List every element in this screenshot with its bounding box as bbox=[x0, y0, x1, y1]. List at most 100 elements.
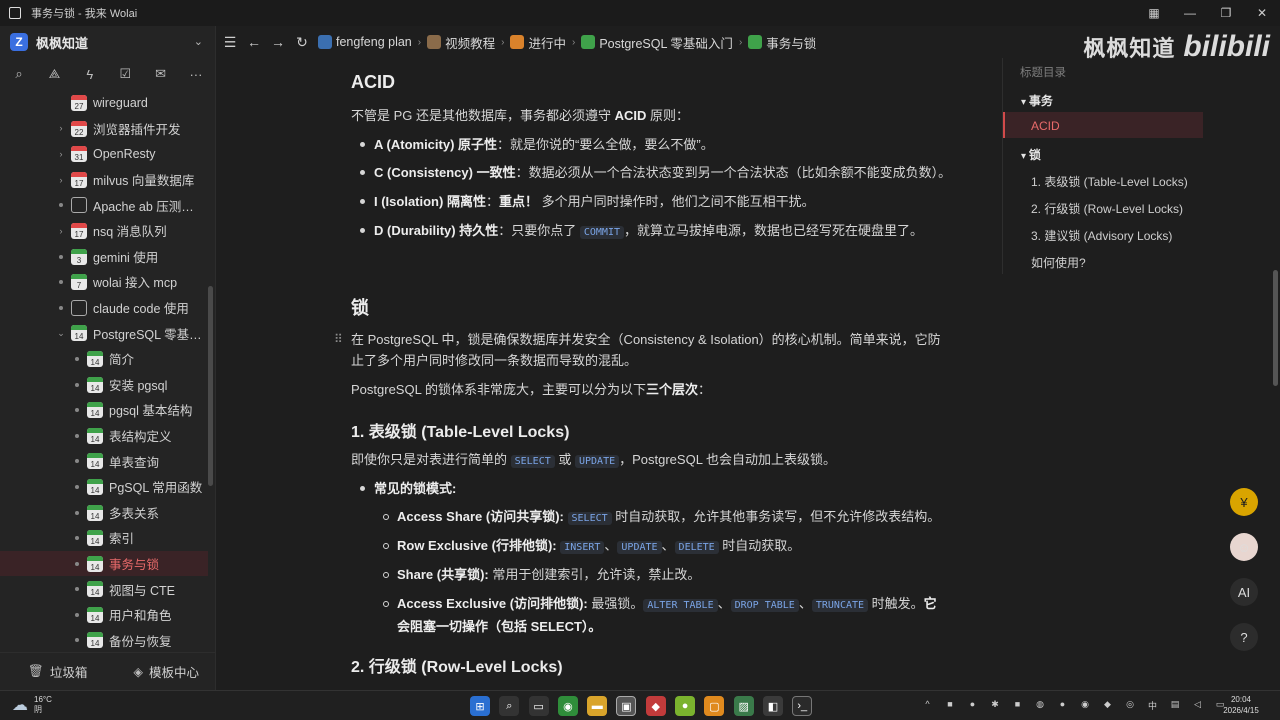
back-arrow-icon[interactable]: ← bbox=[244, 34, 264, 50]
coin-icon[interactable]: ¥ bbox=[1230, 488, 1258, 516]
graph-icon[interactable]: ⟁ bbox=[45, 66, 63, 82]
templates-button[interactable]: ◈ 模板中心 bbox=[133, 662, 199, 681]
app-orange-icon[interactable]: ▢ bbox=[704, 696, 725, 716]
breadcrumb-item[interactable]: 视频教程 › bbox=[427, 33, 510, 52]
table-of-contents: 标题目录 ▾ 事务 ACID ▾ 锁 1. 表级锁 (Table-Level Lock… bbox=[1002, 58, 1203, 274]
menu-icon[interactable]: ☰ bbox=[220, 34, 240, 51]
sidebar-item[interactable]: 14 备份与恢复 bbox=[0, 627, 208, 650]
app-image-icon[interactable]: ▨ bbox=[733, 696, 754, 716]
breadcrumb-item[interactable]: fengfeng plan › bbox=[318, 35, 427, 49]
chevron-down-icon[interactable]: ⌄ bbox=[194, 35, 203, 48]
sidebar-item[interactable]: › 31 OpenResty bbox=[0, 141, 208, 167]
sidebar-item[interactable]: Apache ab 压测工具... bbox=[0, 192, 208, 218]
sidebar-item[interactable]: › 22 浏览器插件开发 bbox=[0, 116, 208, 142]
toc-item[interactable]: 1. 表级锁 (Table-Level Locks) bbox=[1031, 173, 1188, 190]
wechat-icon[interactable]: ◍ bbox=[1035, 699, 1046, 712]
trash-button[interactable]: 🗑 垃圾箱 bbox=[28, 662, 87, 681]
tray-app-icon-6[interactable]: ◉ bbox=[1080, 699, 1091, 712]
volume-icon[interactable]: ◁ bbox=[1192, 699, 1203, 712]
toc-item[interactable]: 如何使用? bbox=[1031, 254, 1086, 271]
network-icon[interactable]: ▤ bbox=[1170, 699, 1181, 712]
caret-down-icon[interactable]: ▾ bbox=[1021, 151, 1029, 162]
terminal-icon[interactable]: ›_ bbox=[792, 696, 813, 716]
check-box-icon[interactable]: ☑ bbox=[116, 66, 134, 82]
ai-assistant-icon[interactable]: AI bbox=[1230, 578, 1258, 606]
tray-app-icon-3[interactable]: ✱ bbox=[990, 699, 1001, 712]
sidebar-item[interactable]: claude code 使用 bbox=[0, 295, 208, 321]
start-windows-icon[interactable]: ⊞ bbox=[470, 696, 490, 716]
sidebar-item[interactable]: 3 gemini 使用 bbox=[0, 244, 208, 270]
maximize-button[interactable]: ❐ bbox=[1208, 0, 1244, 26]
sidebar-item[interactable]: 14 视图与 CTE bbox=[0, 576, 208, 602]
forward-arrow-icon[interactable]: → bbox=[268, 34, 288, 50]
sidebar-scrollbar[interactable] bbox=[208, 286, 213, 486]
toc-item[interactable]: ▾ 事务 bbox=[1021, 92, 1053, 109]
app-green-icon[interactable]: ● bbox=[675, 696, 696, 716]
chevron-down-icon[interactable]: ⌄ bbox=[56, 328, 66, 339]
caret-down-icon[interactable]: ▾ bbox=[1021, 97, 1029, 108]
layout-icon[interactable]: ▦ bbox=[1136, 0, 1172, 26]
more-icon[interactable]: ··· bbox=[187, 67, 205, 82]
sidebar-item[interactable]: 14 安装 pgsql bbox=[0, 372, 208, 398]
breadcrumb-item[interactable]: PostgreSQL 零基础入门 › bbox=[581, 33, 748, 52]
sidebar-item[interactable]: 14 表结构定义 bbox=[0, 423, 208, 449]
app-ide-icon[interactable]: ◧ bbox=[762, 696, 783, 716]
tray-app-icon-4[interactable]: ■ bbox=[1012, 699, 1023, 712]
sidebar-item-label: OpenResty bbox=[93, 146, 156, 161]
sidebar-item[interactable]: ⌄ 14 PostgreSQL 零基础入... bbox=[0, 320, 208, 346]
toc-item[interactable]: ▾ 锁 bbox=[1021, 146, 1041, 163]
sidebar-item[interactable]: 14 单表查询 bbox=[0, 448, 208, 474]
sidebar-item[interactable]: 14 事务与锁 bbox=[0, 550, 208, 577]
sidebar-item[interactable]: 27 wireguard bbox=[0, 90, 208, 116]
tray-app-icon-7[interactable]: ◆ bbox=[1102, 699, 1113, 712]
chevron-right-icon[interactable]: › bbox=[56, 123, 66, 133]
sidebar-item[interactable]: 14 PgSQL 常用函数 bbox=[0, 474, 208, 500]
drag-handle-icon[interactable]: ⠿ bbox=[334, 332, 343, 346]
avatar[interactable]: ☺ bbox=[1230, 533, 1258, 561]
sidebar-item[interactable]: 14 用户和角色 bbox=[0, 602, 208, 628]
tray-app-icon-8[interactable]: ◎ bbox=[1125, 699, 1136, 712]
sidebar-item[interactable]: 14 多表关系 bbox=[0, 500, 208, 526]
wolai-taskbar-icon[interactable]: ▣ bbox=[616, 696, 637, 716]
breadcrumb-label: 进行中 bbox=[528, 36, 566, 51]
chevron-right-icon[interactable]: › bbox=[56, 149, 66, 159]
breadcrumb-item[interactable]: 进行中 › bbox=[510, 33, 581, 52]
inbox-icon[interactable]: ✉ bbox=[152, 66, 170, 82]
tray-app-icon-2[interactable]: ● bbox=[967, 699, 978, 712]
close-button[interactable]: ✕ bbox=[1244, 0, 1280, 26]
sidebar-item[interactable]: › 17 milvus 向量数据库 bbox=[0, 167, 208, 193]
sidebar-item[interactable]: 14 pgsql 基本结构 bbox=[0, 397, 208, 423]
app-red-icon[interactable]: ◆ bbox=[645, 696, 666, 716]
weather-widget[interactable]: ☁ 16°C 阴 bbox=[12, 695, 52, 715]
sidebar-item[interactable]: 7 wolai 接入 mcp bbox=[0, 269, 208, 295]
breadcrumb-item[interactable]: 事务与锁 bbox=[748, 33, 816, 52]
bullet-dot-icon bbox=[75, 484, 79, 489]
workspace-logo-icon: Z bbox=[10, 33, 28, 51]
clock[interactable]: 20:04 2026/4/15 bbox=[1218, 694, 1264, 716]
lightning-icon[interactable]: ϟ bbox=[81, 67, 99, 82]
refresh-icon[interactable]: ↻ bbox=[292, 34, 312, 51]
breadcrumb-label: 事务与锁 bbox=[766, 36, 817, 51]
document-scrollbar[interactable] bbox=[1273, 270, 1278, 386]
chevron-right-icon[interactable]: › bbox=[56, 226, 66, 236]
task-view-icon[interactable]: ▭ bbox=[528, 696, 549, 716]
workspace-switcher[interactable]: Z 枫枫知道 ⌄ bbox=[0, 26, 215, 58]
document-body: ACID 不管是 PG 还是其他数据库，事务都必须遵守 ACID 原则： A (… bbox=[216, 58, 1000, 690]
chevron-up-icon[interactable]: ^ bbox=[922, 699, 933, 712]
sidebar-item[interactable]: 14 简介 bbox=[0, 346, 208, 372]
toc-item[interactable]: 3. 建议锁 (Advisory Locks) bbox=[1031, 227, 1172, 244]
file-explorer-icon[interactable]: ▬ bbox=[587, 696, 608, 716]
toc-item[interactable]: ACID bbox=[1031, 119, 1060, 133]
sidebar-item[interactable]: 14 索引 bbox=[0, 525, 208, 551]
sidebar-item[interactable]: › 17 nsq 消息队列 bbox=[0, 218, 208, 244]
tray-app-icon-5[interactable]: ● bbox=[1057, 699, 1068, 712]
search-icon[interactable]: ⌕ bbox=[10, 66, 28, 82]
minimize-button[interactable]: — bbox=[1172, 0, 1208, 26]
search-icon[interactable]: ⌕ bbox=[499, 696, 520, 716]
chevron-right-icon[interactable]: › bbox=[56, 175, 66, 185]
toc-item[interactable]: 2. 行级锁 (Row-Level Locks) bbox=[1031, 200, 1183, 217]
tray-app-icon-1[interactable]: ■ bbox=[945, 699, 956, 712]
ime-indicator[interactable]: 中 bbox=[1147, 699, 1158, 712]
chrome-icon[interactable]: ◉ bbox=[557, 696, 578, 716]
help-icon[interactable]: ? bbox=[1230, 623, 1258, 651]
